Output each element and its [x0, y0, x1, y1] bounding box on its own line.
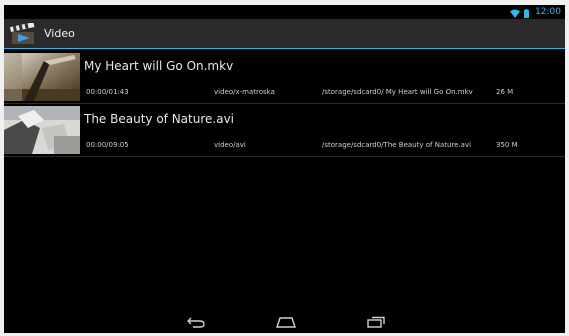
video-title: My Heart will Go On.mkv	[84, 59, 234, 73]
action-bar: Video	[4, 19, 565, 49]
status-icons: 12:00	[510, 6, 561, 18]
video-mime-type: video/avi	[214, 141, 246, 149]
video-duration: 00:00/01:43	[86, 88, 129, 96]
video-path: /storage/sdcard0/The Beauty of Nature.av…	[322, 141, 472, 149]
app-title: Video	[44, 27, 75, 40]
video-list: My Heart will Go On.mkv 00:00/01:43 vide…	[4, 51, 565, 157]
video-size: 350 M	[496, 141, 518, 149]
video-title: The Beauty of Nature.avi	[84, 112, 235, 126]
list-item[interactable]: The Beauty of Nature.avi 00:00/09:05 vid…	[4, 104, 565, 157]
list-item[interactable]: My Heart will Go On.mkv 00:00/01:43 vide…	[4, 51, 565, 104]
recent-apps-icon[interactable]	[364, 314, 388, 330]
video-size: 26 M	[496, 88, 514, 96]
clapperboard-icon[interactable]	[9, 21, 38, 45]
navigation-bar	[4, 311, 565, 333]
status-time: 12:00	[535, 7, 561, 17]
status-bar: 12:00	[4, 5, 565, 19]
video-path: /storage/sdcard0/ My Heart will Go On.mk…	[322, 88, 473, 96]
video-duration: 00:00/09:05	[86, 141, 129, 149]
video-thumbnail	[4, 106, 80, 154]
video-mime-type: video/x-matroska	[214, 88, 275, 96]
back-icon[interactable]	[184, 314, 208, 330]
device-screen: 12:00 Video My Heart will Go On.mkv 00:0…	[4, 5, 565, 333]
home-icon[interactable]	[274, 314, 298, 330]
video-thumbnail	[4, 53, 80, 101]
